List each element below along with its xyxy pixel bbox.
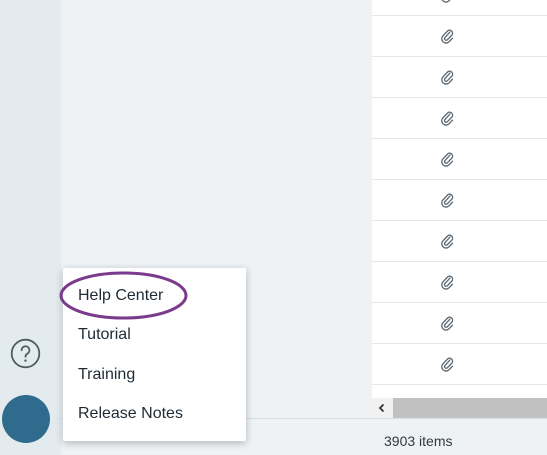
- paperclip-icon[interactable]: [440, 0, 454, 3]
- table-row[interactable]: [372, 0, 547, 16]
- table-row[interactable]: [372, 16, 547, 57]
- avatar[interactable]: [2, 395, 50, 443]
- scrollbar-thumb[interactable]: [393, 398, 547, 418]
- table-row[interactable]: [372, 57, 547, 98]
- table-row[interactable]: [372, 180, 547, 221]
- table-row[interactable]: [372, 221, 547, 262]
- horizontal-scrollbar[interactable]: [372, 398, 547, 418]
- attachments-table: [372, 0, 547, 398]
- chevron-left-icon: [378, 403, 385, 413]
- question-mark-icon[interactable]: [10, 338, 41, 369]
- paperclip-icon[interactable]: [440, 110, 454, 126]
- paperclip-icon[interactable]: [440, 356, 454, 372]
- paperclip-icon[interactable]: [440, 233, 454, 249]
- paperclip-icon[interactable]: [440, 151, 454, 167]
- menu-item-tutorial[interactable]: Tutorial: [78, 326, 131, 344]
- paperclip-icon[interactable]: [440, 69, 454, 85]
- table-row[interactable]: [372, 344, 547, 385]
- table-row[interactable]: [372, 98, 547, 139]
- help-menu: Help Center Tutorial Training Release No…: [63, 268, 246, 441]
- table-row[interactable]: [372, 139, 547, 180]
- scroll-left-button[interactable]: [372, 398, 392, 418]
- paperclip-icon[interactable]: [440, 28, 454, 44]
- paperclip-icon[interactable]: [440, 315, 454, 331]
- table-row[interactable]: [372, 303, 547, 344]
- paperclip-icon[interactable]: [440, 274, 454, 290]
- menu-item-training[interactable]: Training: [78, 366, 135, 384]
- paperclip-icon[interactable]: [440, 192, 454, 208]
- items-count: 3903 items: [384, 433, 453, 449]
- table-row[interactable]: [372, 262, 547, 303]
- menu-item-release-notes[interactable]: Release Notes: [78, 405, 183, 423]
- left-rail: [0, 0, 61, 455]
- menu-item-help-center[interactable]: Help Center: [78, 287, 163, 305]
